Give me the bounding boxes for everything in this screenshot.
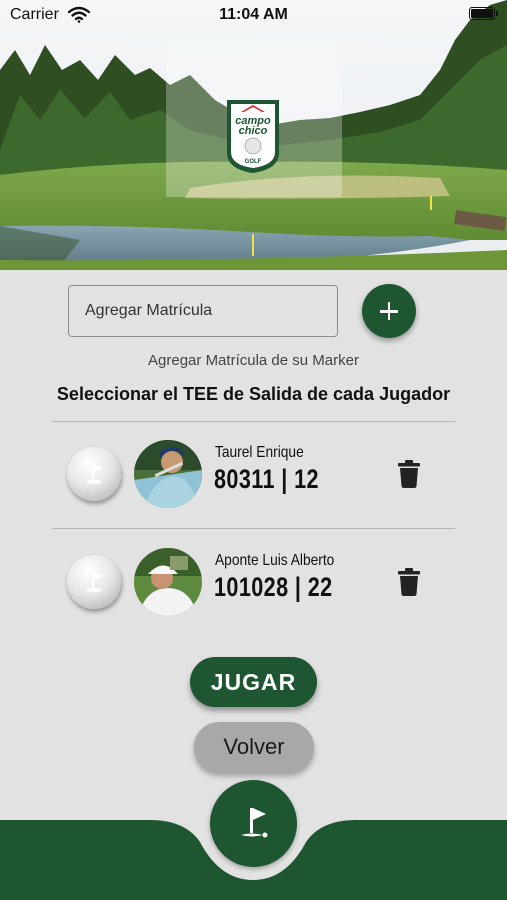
center-tab-button[interactable] — [210, 780, 297, 867]
status-bar: Carrier 11:04 AM — [0, 0, 507, 30]
logo-text-chico: chico — [239, 125, 268, 137]
golf-flag-icon — [86, 464, 103, 485]
plate-number-input[interactable] — [68, 285, 338, 337]
golf-flag-icon — [241, 808, 268, 838]
helper-text: Agregar Matrícula de su Marker — [148, 352, 359, 369]
golf-flag-icon — [86, 572, 103, 593]
campo-chico-logo: campo chico GOLF — [227, 100, 279, 173]
logo-text-golf: GOLF — [245, 159, 262, 165]
player-stats: 101028 | 22 — [214, 572, 333, 602]
player-name: Aponte Luis Alberto — [215, 552, 335, 569]
trash-icon[interactable] — [398, 460, 420, 488]
divider — [52, 421, 455, 422]
section-title: Seleccionar el TEE de Salida de cada Jug… — [56, 384, 451, 404]
player-row: Aponte Luis Alberto 101028 | 22 — [0, 542, 507, 622]
add-plate-button[interactable] — [362, 284, 416, 338]
player-row: Taurel Enrique 80311 | 12 — [0, 434, 507, 514]
divider — [52, 528, 455, 529]
play-button[interactable]: JUGAR — [190, 657, 317, 707]
back-button[interactable]: Volver — [194, 722, 314, 772]
player-name: Taurel Enrique — [215, 444, 304, 461]
tee-select-button[interactable] — [67, 447, 121, 501]
tee-select-button[interactable] — [67, 555, 121, 609]
avatar — [134, 440, 202, 508]
battery-icon — [469, 7, 498, 20]
player-stats: 80311 | 12 — [214, 464, 319, 494]
avatar — [134, 548, 202, 616]
hero-golf-course-image: campo chico GOLF — [0, 0, 507, 270]
clock: 11:04 AM — [219, 6, 288, 23]
trash-icon[interactable] — [398, 568, 420, 596]
